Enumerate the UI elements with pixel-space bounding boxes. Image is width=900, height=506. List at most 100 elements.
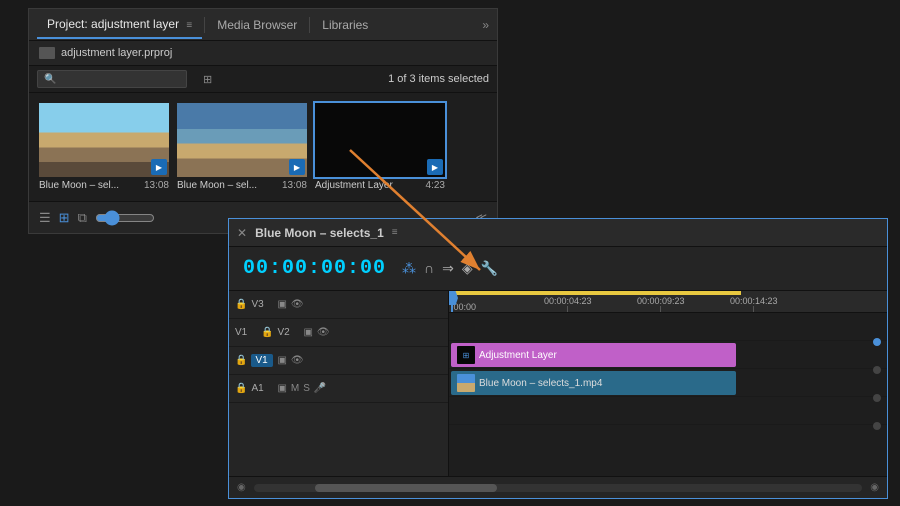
dot-bottom <box>873 394 881 402</box>
tab-menu-icon[interactable]: ≡ <box>186 20 192 31</box>
list-item[interactable]: ▶ Blue Moon – sel... 13:08 <box>177 103 307 191</box>
track-icon-v1-1[interactable]: ▣ <box>277 355 286 366</box>
right-edge-dots <box>873 338 881 430</box>
ruler-tick-1 <box>567 306 568 312</box>
ruler-mark-3: 00:00:14:23 <box>730 296 778 312</box>
track-row-a1: 🔒 A1 ▣ M S 🎤 <box>229 375 448 403</box>
video-badge-2: ▶ <box>289 159 305 175</box>
thumb-duration-1: 13:08 <box>144 180 169 191</box>
list-item[interactable]: ▶ Adjustment Layer 4:23 <box>315 103 445 191</box>
timeline-menu-icon[interactable]: ≡ <box>392 227 398 238</box>
list-item[interactable]: ▶ Blue Moon – sel... 13:08 <box>39 103 169 191</box>
panel-tabs: Project: adjustment layer ≡ Media Browse… <box>29 9 497 41</box>
search-input[interactable] <box>60 73 180 85</box>
track-icon-v2-1[interactable]: ▣ <box>303 327 312 338</box>
timecode-area: 00:00:00:00 ⁂ ∩ ⇒ ◈ 🔧 <box>229 247 887 291</box>
ruler-tick-2 <box>660 306 661 312</box>
eye-icon-v2[interactable]: 👁 <box>317 327 330 338</box>
tab-divider-1 <box>204 17 205 33</box>
track-icon-a1-s[interactable]: S <box>303 383 310 394</box>
more-tabs-button[interactable]: » <box>482 18 489 32</box>
video-badge-1: ▶ <box>151 159 167 175</box>
thumb-label-1: Blue Moon – sel... 13:08 <box>39 180 169 191</box>
thumb-duration-3: 4:23 <box>426 180 445 191</box>
thumbnail-2: ▶ <box>177 103 307 177</box>
timeline-header: ✕ Blue Moon – selects_1 ≡ <box>229 219 887 247</box>
thumb-label-2: Blue Moon – sel... 13:08 <box>177 180 307 191</box>
timeline-panel: ✕ Blue Moon – selects_1 ≡ 00:00:00:00 ⁂ … <box>228 218 888 499</box>
timeline-close-button[interactable]: ✕ <box>237 226 247 240</box>
project-file-icon <box>39 47 55 59</box>
video-badge-3: ▶ <box>427 159 443 175</box>
tool-track-select[interactable]: ⇒ <box>442 260 454 277</box>
grid-view-button[interactable]: ⊞ <box>59 210 70 226</box>
list-view-button[interactable]: ☰ <box>39 210 51 226</box>
tool-marker[interactable]: ◈ <box>462 260 473 277</box>
clip-adjustment-layer[interactable]: ⊞ Adjustment Layer <box>451 343 736 367</box>
project-file-name: adjustment layer.prproj <box>61 47 172 59</box>
clip-row-v2: ⊞ Adjustment Layer <box>449 341 887 369</box>
thumbnail-1: ▶ <box>39 103 169 177</box>
track-row-v3: 🔒 V3 ▣ 👁 <box>229 291 448 319</box>
track-label-v3: V3 <box>251 299 273 310</box>
tool-selection[interactable]: ⁂ <box>402 260 416 277</box>
track-labels: 🔒 V3 ▣ 👁 V1 🔒 V2 ▣ 👁 🔒 V1 ▣ 👁 <box>229 291 449 476</box>
search-bar: 🔍 ⊞ 1 of 3 items selected <box>29 66 497 93</box>
timeline-scroll-thumb <box>315 484 498 492</box>
lock-icon-a1[interactable]: 🔒 <box>235 383 247 394</box>
tool-razor[interactable]: ∩ <box>424 260 434 277</box>
ruler-mark-1: 00:00:04:23 <box>544 296 592 312</box>
dot-top <box>873 338 881 346</box>
tab-media-browser[interactable]: Media Browser <box>207 12 307 38</box>
clip-row-a1 <box>449 397 887 425</box>
dot-mid <box>873 366 881 374</box>
track-icon-v3-1[interactable]: ▣ <box>277 299 286 310</box>
timeline-ruler: :00:00 00:00:04:23 00:00:09:23 00:00:14:… <box>449 291 887 313</box>
ruler-tick-3 <box>753 306 754 312</box>
eye-icon-v1[interactable]: 👁 <box>291 355 304 366</box>
tab-libraries[interactable]: Libraries <box>312 12 378 38</box>
tool-icons: ⁂ ∩ ⇒ ◈ 🔧 <box>402 260 498 277</box>
track-icon-a1-m[interactable]: M <box>291 383 299 394</box>
project-panel: Project: adjustment layer ≡ Media Browse… <box>28 8 498 234</box>
tab-divider-2 <box>309 17 310 33</box>
thumb-duration-2: 13:08 <box>282 180 307 191</box>
clip-video[interactable]: Blue Moon – selects_1.mp4 <box>451 371 736 395</box>
clip-thumb-video <box>457 374 475 392</box>
track-icon-a1-1[interactable]: ▣ <box>277 383 286 394</box>
clip-row-v1: Blue Moon – selects_1.mp4 <box>449 369 887 397</box>
ruler-mark-2: 00:00:09:23 <box>637 296 685 312</box>
thumb-name-2: Blue Moon – sel... <box>177 180 257 191</box>
eye-icon-v3[interactable]: 👁 <box>291 299 304 310</box>
timecode-display[interactable]: 00:00:00:00 <box>243 257 386 280</box>
search-icon: 🔍 <box>44 74 56 85</box>
work-area-bar <box>451 291 741 295</box>
timeline-title: Blue Moon – selects_1 <box>255 226 384 240</box>
thumb-name-1: Blue Moon – sel... <box>39 180 119 191</box>
thumbnail-3: ▶ <box>315 103 445 177</box>
thumb-label-3: Adjustment Layer 4:23 <box>315 180 445 191</box>
tool-wrench[interactable]: 🔧 <box>481 260 498 277</box>
playhead[interactable] <box>451 291 453 312</box>
freeform-button[interactable]: ⧉ <box>78 210 87 226</box>
scroll-left-button[interactable]: ◉ <box>237 482 246 493</box>
microphone-icon[interactable]: 🎤 <box>314 383 326 394</box>
track-row-v2: V1 🔒 V2 ▣ 👁 <box>229 319 448 347</box>
lock-icon-v2[interactable]: 🔒 <box>261 327 273 338</box>
thumbnail-grid: ▶ Blue Moon – sel... 13:08 ▶ Blue Moon –… <box>29 93 497 201</box>
lock-icon-v1[interactable]: 🔒 <box>235 355 247 366</box>
icon-settings[interactable]: ⊞ <box>203 73 212 86</box>
scroll-indicator[interactable]: ◉ <box>870 482 879 493</box>
selection-status: 1 of 3 items selected <box>388 73 489 85</box>
timeline-bottom-bar: ◉ ◉ <box>229 476 887 498</box>
track-label-a1: A1 <box>251 383 273 394</box>
lock-icon-v3[interactable]: 🔒 <box>235 299 247 310</box>
project-file-row: adjustment layer.prproj <box>29 41 497 66</box>
tab-project[interactable]: Project: adjustment layer ≡ <box>37 11 202 39</box>
clip-thumb-adj: ⊞ <box>457 346 475 364</box>
zoom-slider[interactable] <box>95 210 155 226</box>
search-input-container[interactable]: 🔍 <box>37 70 187 88</box>
track-label-v1-prefix: V1 <box>235 327 257 338</box>
timeline-scroll-track[interactable] <box>254 484 863 492</box>
clips-area: ⊞ Adjustment Layer Blue Moon – selects_1… <box>449 313 887 476</box>
